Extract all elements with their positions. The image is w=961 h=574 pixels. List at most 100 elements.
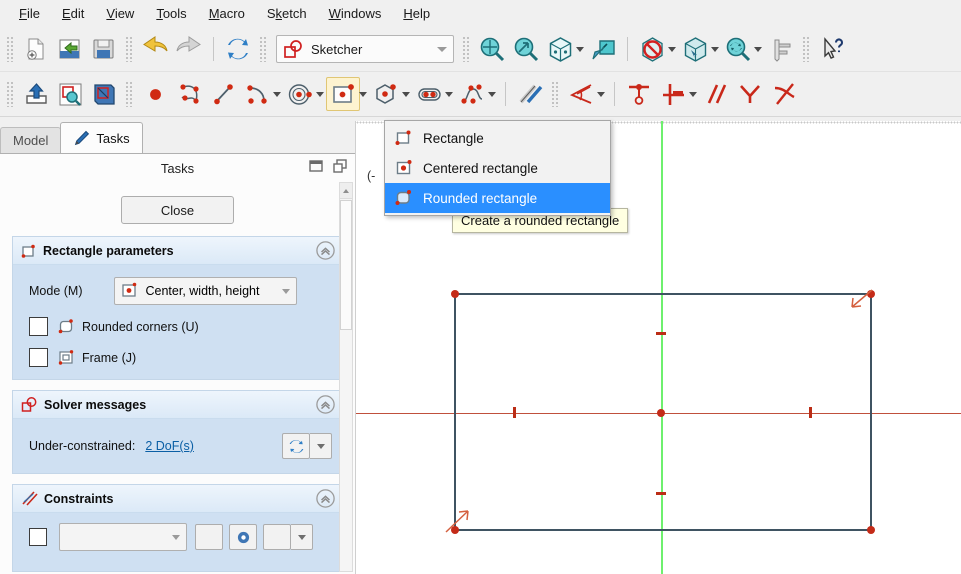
constrain-tangent-button[interactable]	[767, 77, 801, 111]
sk-grip-2[interactable]	[125, 81, 134, 107]
constrain-parallel-button[interactable]	[699, 77, 733, 111]
create-rectangle-button[interactable]	[326, 77, 360, 111]
create-polygon-button[interactable]	[369, 77, 403, 111]
undock-panel-icon[interactable]	[333, 159, 347, 176]
fit-all-button[interactable]	[475, 32, 509, 66]
sidebar-item-tasks[interactable]: Tasks	[60, 122, 143, 153]
create-circle-button[interactable]	[283, 77, 317, 111]
menu-tools[interactable]: Tools	[145, 2, 197, 25]
axonometric-view-button[interactable]	[543, 32, 577, 66]
scroll-up-button[interactable]	[340, 183, 352, 199]
create-arc-button[interactable]	[240, 77, 274, 111]
frame-label[interactable]: Frame (J)	[82, 351, 136, 365]
hv-dropdown-caret[interactable]	[686, 77, 699, 111]
measure-button[interactable]	[764, 32, 798, 66]
rounded-corners-checkbox[interactable]	[29, 317, 48, 336]
create-point-button[interactable]	[138, 77, 172, 111]
new-document-button[interactable]	[19, 32, 53, 66]
chevron-down-icon	[316, 443, 325, 449]
menu-edit[interactable]: Edit	[51, 2, 95, 25]
constraints-header[interactable]: Constraints	[13, 485, 342, 513]
scrollbar-thumb[interactable]	[340, 200, 352, 330]
constraints-tools-button[interactable]	[263, 524, 291, 550]
save-document-button[interactable]	[87, 32, 121, 66]
menu-item-centered-rectangle[interactable]: Centered rectangle	[385, 153, 610, 183]
toolbar-grip[interactable]	[6, 36, 15, 62]
constraints-settings-button[interactable]	[195, 524, 223, 550]
arc-dropdown-caret[interactable]	[270, 77, 283, 111]
rectangle-parameters-header[interactable]: Rectangle parameters	[13, 237, 342, 265]
solver-options-caret[interactable]	[310, 433, 332, 459]
create-line-button[interactable]	[206, 77, 240, 111]
undo-button[interactable]	[138, 32, 172, 66]
rounded-rectangle-icon	[58, 318, 75, 335]
solver-messages-header[interactable]: Solver messages	[13, 391, 342, 419]
section-view-button[interactable]	[678, 32, 712, 66]
constraints-show-checkbox[interactable]	[29, 528, 47, 546]
whats-this-button[interactable]	[815, 32, 849, 66]
create-polyline-button[interactable]	[172, 77, 206, 111]
toolbar-grip-4[interactable]	[462, 36, 471, 62]
collapse-icon[interactable]	[316, 395, 335, 417]
menu-sketch[interactable]: Sketch	[256, 2, 318, 25]
panel-scrollbar[interactable]	[339, 182, 353, 572]
menu-windows[interactable]: Windows	[318, 2, 393, 25]
toolbar-grip-5[interactable]	[802, 36, 811, 62]
leave-sketch-button[interactable]	[19, 77, 53, 111]
polygon-dropdown-caret[interactable]	[399, 77, 412, 111]
clipping-dropdown-caret[interactable]	[665, 32, 678, 66]
create-bspline-button[interactable]	[455, 77, 489, 111]
mode-label: Mode (M)	[29, 284, 83, 298]
axonometric-dropdown-caret[interactable]	[573, 32, 586, 66]
menu-view[interactable]: View	[95, 2, 145, 25]
bspline-dropdown-caret[interactable]	[485, 77, 498, 111]
sync-view-dropdown-caret[interactable]	[751, 32, 764, 66]
sidebar-item-model[interactable]: Model	[0, 127, 62, 153]
menu-macro[interactable]: Macro	[198, 2, 256, 25]
dof-link[interactable]: 2 DoF(s)	[145, 439, 194, 453]
menu-item-rounded-rectangle[interactable]: Rounded rectangle	[385, 183, 610, 213]
toggle-construction-button[interactable]	[513, 77, 547, 111]
view-section-button[interactable]	[87, 77, 121, 111]
constraints-visibility-button[interactable]	[229, 524, 257, 550]
sync-view-button[interactable]	[721, 32, 755, 66]
zoom-selection-button[interactable]	[509, 32, 543, 66]
constrain-perpendicular-button[interactable]	[733, 77, 767, 111]
slot-dropdown-caret[interactable]	[442, 77, 455, 111]
menu-help[interactable]: Help	[392, 2, 441, 25]
section-dropdown-caret[interactable]	[708, 32, 721, 66]
constraints-more-caret[interactable]	[291, 524, 313, 550]
sk-grip-3[interactable]	[551, 81, 560, 107]
dimension-button[interactable]	[564, 77, 598, 111]
sk-grip-1[interactable]	[6, 81, 15, 107]
open-document-button[interactable]	[53, 32, 87, 66]
collapse-icon[interactable]	[316, 489, 335, 511]
redo-button[interactable]	[172, 32, 206, 66]
draw-style-button[interactable]	[586, 32, 620, 66]
dimension-dropdown-caret[interactable]	[594, 77, 607, 111]
float-panel-icon[interactable]	[309, 159, 323, 176]
create-slot-button[interactable]	[412, 77, 446, 111]
toolbar-grip-3[interactable]	[259, 36, 268, 62]
collapse-icon[interactable]	[316, 241, 335, 263]
frame-row: Frame (J)	[29, 348, 332, 367]
clipping-button[interactable]	[635, 32, 669, 66]
close-button[interactable]: Close	[121, 196, 234, 224]
circle-dropdown-caret[interactable]	[313, 77, 326, 111]
toolbar-grip-2[interactable]	[125, 36, 134, 62]
view-sketch-button[interactable]	[53, 77, 87, 111]
rounded-corners-label[interactable]: Rounded corners (U)	[82, 320, 199, 334]
rectangle-dropdown-caret[interactable]	[356, 77, 369, 111]
menu-file[interactable]: File	[8, 2, 51, 25]
mode-select[interactable]: Center, width, height	[114, 277, 298, 305]
constrain-coincident-button[interactable]	[622, 77, 656, 111]
constrain-horizontal-vertical-button[interactable]	[656, 77, 690, 111]
auto-update-button[interactable]	[282, 433, 310, 459]
rectangle-icon	[395, 129, 413, 147]
refresh-button[interactable]	[221, 32, 255, 66]
constraints-filter-select[interactable]	[59, 523, 187, 551]
rectangle-tool-dropdown-menu[interactable]: Rectangle Centered rectangle Rounded rec…	[384, 120, 611, 216]
frame-checkbox[interactable]	[29, 348, 48, 367]
menu-item-rectangle[interactable]: Rectangle	[385, 123, 610, 153]
workbench-selector[interactable]: Sketcher	[276, 35, 454, 63]
